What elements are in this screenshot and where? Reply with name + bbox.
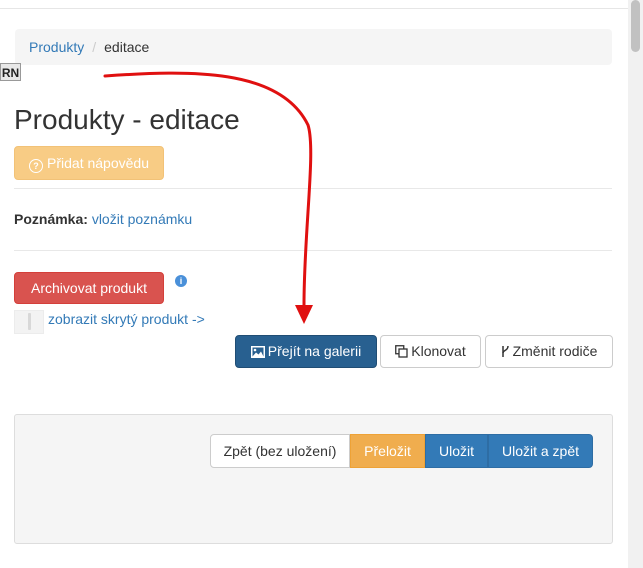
rn-tag: RN: [0, 63, 21, 81]
add-help-button[interactable]: ? Přidat nápovědu: [14, 146, 164, 180]
go-to-gallery-label: Přejít na galerii: [267, 343, 362, 359]
scrollbar[interactable]: [628, 0, 643, 568]
product-thumbnail: [14, 310, 44, 334]
divider: [14, 250, 612, 251]
branch-icon: [501, 345, 509, 357]
change-parent-button[interactable]: Změnit rodiče: [485, 335, 613, 368]
top-border: [0, 8, 628, 9]
scrollbar-thumb[interactable]: [631, 0, 640, 52]
copy-icon: [395, 345, 408, 358]
translate-button[interactable]: Přeložit: [350, 434, 425, 468]
go-to-gallery-button[interactable]: Přejít na galerii: [235, 335, 377, 368]
clone-label: Klonovat: [411, 343, 466, 359]
archive-product-button[interactable]: Archivovat produkt: [14, 272, 164, 304]
add-help-label: Přidat nápovědu: [47, 155, 149, 171]
divider: [14, 188, 612, 189]
add-note-link[interactable]: vložit poznámku: [92, 211, 192, 227]
save-button[interactable]: Uložit: [425, 434, 488, 468]
save-and-back-button[interactable]: Uložit a zpět: [488, 434, 593, 468]
image-icon: [250, 346, 265, 358]
breadcrumb-separator: /: [92, 39, 97, 55]
breadcrumb-produkty-link[interactable]: Produkty: [29, 39, 84, 55]
note-label: Poznámka:: [14, 211, 88, 227]
change-parent-label: Změnit rodiče: [512, 343, 598, 359]
back-without-save-button[interactable]: Zpět (bez uložení): [210, 434, 350, 468]
info-icon[interactable]: i: [175, 275, 187, 287]
clone-button[interactable]: Klonovat: [380, 335, 481, 368]
show-hidden-product-link[interactable]: zobrazit skrytý produkt ->: [48, 311, 205, 327]
page-title: Produkty - editace: [14, 104, 240, 135]
breadcrumb: Produkty / editace: [15, 29, 612, 65]
note-row: Poznámka: vložit poznámku: [14, 211, 192, 227]
question-circle-icon: ?: [29, 159, 44, 173]
breadcrumb-current: editace: [104, 39, 150, 55]
